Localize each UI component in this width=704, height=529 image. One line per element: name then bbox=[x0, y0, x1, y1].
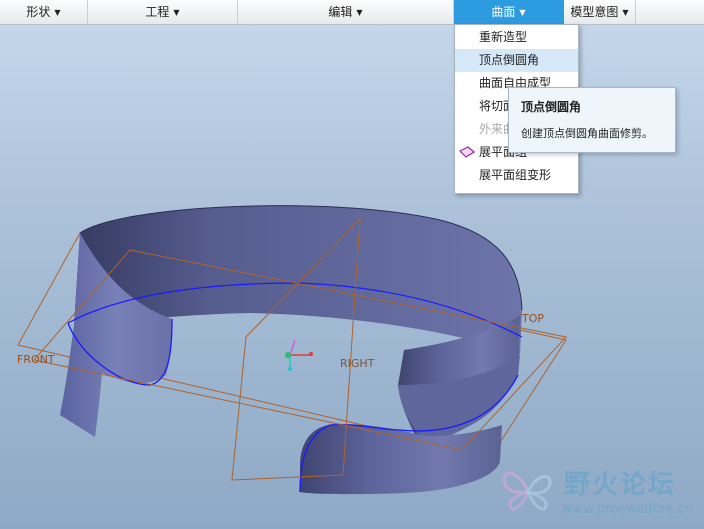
band-front-piece[interactable] bbox=[300, 424, 502, 495]
watermark: 野火论坛 www.proewildfire.cn bbox=[492, 458, 702, 528]
edit-menu-button[interactable]: 编辑 ▼ bbox=[238, 0, 454, 24]
coordinate-system-icon bbox=[285, 339, 313, 371]
menu-tooltip: 顶点倒圆角 创建顶点倒圆角曲面修剪。 bbox=[508, 87, 676, 153]
surface-menu-button[interactable]: 曲面 ▼ bbox=[454, 0, 564, 24]
shape-menu-label: 形状 bbox=[26, 5, 51, 19]
butterfly-logo-icon bbox=[502, 471, 552, 511]
model-intent-menu-button[interactable]: 模型意图 ▼ bbox=[564, 0, 636, 24]
flatten-quilt-icon bbox=[459, 146, 475, 158]
shape-menu-button[interactable]: 形状 ▼ bbox=[0, 0, 88, 24]
surface-menu-label: 曲面 bbox=[491, 5, 516, 19]
model-intent-menu-label: 模型意图 bbox=[570, 5, 619, 19]
watermark-url: www.proewildfire.cn bbox=[562, 502, 693, 517]
menu-item-vertex-round[interactable]: 顶点倒圆角 bbox=[455, 49, 578, 72]
ribbon-toolbar: 形状 ▼ 工程 ▼ 编辑 ▼ 曲面 ▼ 模型意图 ▼ bbox=[0, 0, 704, 25]
chevron-down-icon: ▼ bbox=[519, 8, 526, 17]
datum-label-front[interactable]: FRONT bbox=[17, 353, 55, 366]
datum-label-right[interactable]: RIGHT bbox=[340, 357, 374, 370]
edit-menu-label: 编辑 bbox=[328, 5, 353, 19]
menu-item-restyle[interactable]: 重新造型 bbox=[455, 26, 578, 49]
chevron-down-icon: ▼ bbox=[622, 8, 629, 17]
tooltip-description: 创建顶点倒圆角曲面修剪。 bbox=[521, 127, 653, 140]
engineering-menu-button[interactable]: 工程 ▼ bbox=[88, 0, 238, 24]
menu-item-flatten-quilt-deform[interactable]: 展平面组变形 bbox=[455, 164, 578, 187]
tooltip-title: 顶点倒圆角 bbox=[521, 100, 582, 114]
chevron-down-icon: ▼ bbox=[356, 8, 363, 17]
datum-label-top[interactable]: TOP bbox=[522, 312, 544, 325]
chevron-down-icon: ▼ bbox=[54, 8, 61, 17]
watermark-title: 野火论坛 bbox=[564, 470, 677, 500]
chevron-down-icon: ▼ bbox=[173, 8, 180, 17]
engineering-menu-label: 工程 bbox=[145, 5, 170, 19]
